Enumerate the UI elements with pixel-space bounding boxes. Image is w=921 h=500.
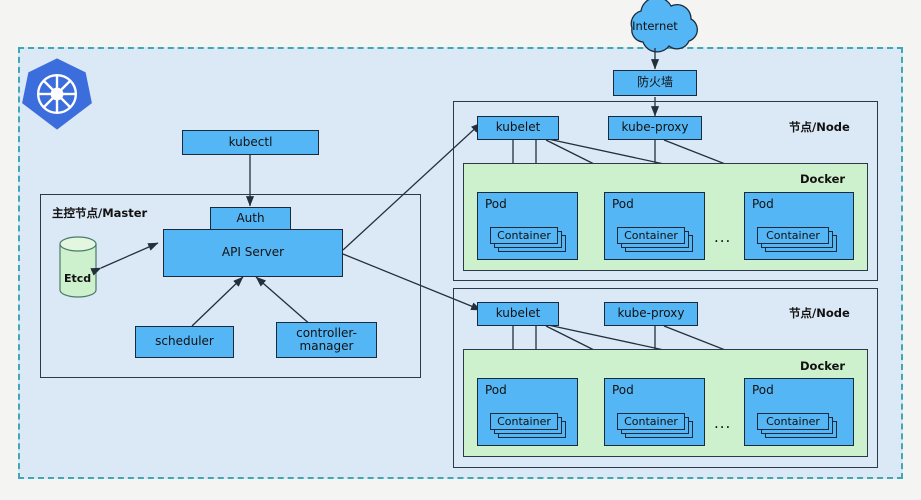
pod-label: Pod bbox=[485, 383, 507, 397]
container-box[interactable]: Container bbox=[757, 413, 829, 430]
pod-box-2-2[interactable]: Pod Container bbox=[604, 378, 705, 446]
pod-label: Pod bbox=[752, 383, 774, 397]
pod-label: Pod bbox=[612, 383, 634, 397]
kubernetes-logo bbox=[22, 57, 92, 131]
pod-label: Pod bbox=[752, 197, 774, 211]
pod-box-1-2[interactable]: Pod Container bbox=[604, 192, 705, 260]
kube-proxy-box-1[interactable]: kube-proxy bbox=[608, 116, 702, 140]
container-box[interactable]: Container bbox=[490, 227, 558, 244]
kubelet-box-1[interactable]: kubelet bbox=[477, 116, 559, 140]
docker-label-1: Docker bbox=[800, 172, 846, 186]
container-box[interactable]: Container bbox=[617, 227, 685, 244]
etcd-label: Etcd bbox=[64, 272, 92, 285]
diagram-canvas: Internet 防火墙 kubectl 主控节点/Master Auth AP… bbox=[0, 0, 921, 500]
pods-ellipsis-1: ... bbox=[714, 228, 732, 246]
pod-box-2-3[interactable]: Pod Container bbox=[744, 378, 854, 446]
container-box[interactable]: Container bbox=[617, 413, 685, 430]
container-box[interactable]: Container bbox=[490, 413, 558, 430]
pod-box-1-1[interactable]: Pod Container bbox=[477, 192, 578, 260]
docker-label-2: Docker bbox=[800, 359, 846, 373]
controller-manager-box[interactable]: controller- manager bbox=[276, 322, 377, 358]
kube-proxy-box-2[interactable]: kube-proxy bbox=[604, 302, 698, 326]
pods-ellipsis-2: ... bbox=[714, 414, 732, 432]
pod-box-1-3[interactable]: Pod Container bbox=[744, 192, 854, 260]
kubelet-box-2[interactable]: kubelet bbox=[477, 302, 559, 326]
master-label: 主控节点/Master bbox=[52, 206, 148, 220]
pod-box-2-1[interactable]: Pod Container bbox=[477, 378, 578, 446]
auth-box[interactable]: Auth bbox=[210, 207, 291, 231]
container-box[interactable]: Container bbox=[757, 227, 829, 244]
pod-label: Pod bbox=[612, 197, 634, 211]
firewall-box[interactable]: 防火墙 bbox=[613, 70, 697, 96]
internet-label: Internet bbox=[632, 19, 678, 33]
node-label-2: 节点/Node bbox=[789, 306, 850, 320]
scheduler-box[interactable]: scheduler bbox=[135, 326, 234, 358]
api-server-box[interactable]: API Server bbox=[163, 229, 343, 277]
pod-label: Pod bbox=[485, 197, 507, 211]
kubectl-box[interactable]: kubectl bbox=[182, 130, 319, 155]
node-label-1: 节点/Node bbox=[789, 120, 850, 134]
